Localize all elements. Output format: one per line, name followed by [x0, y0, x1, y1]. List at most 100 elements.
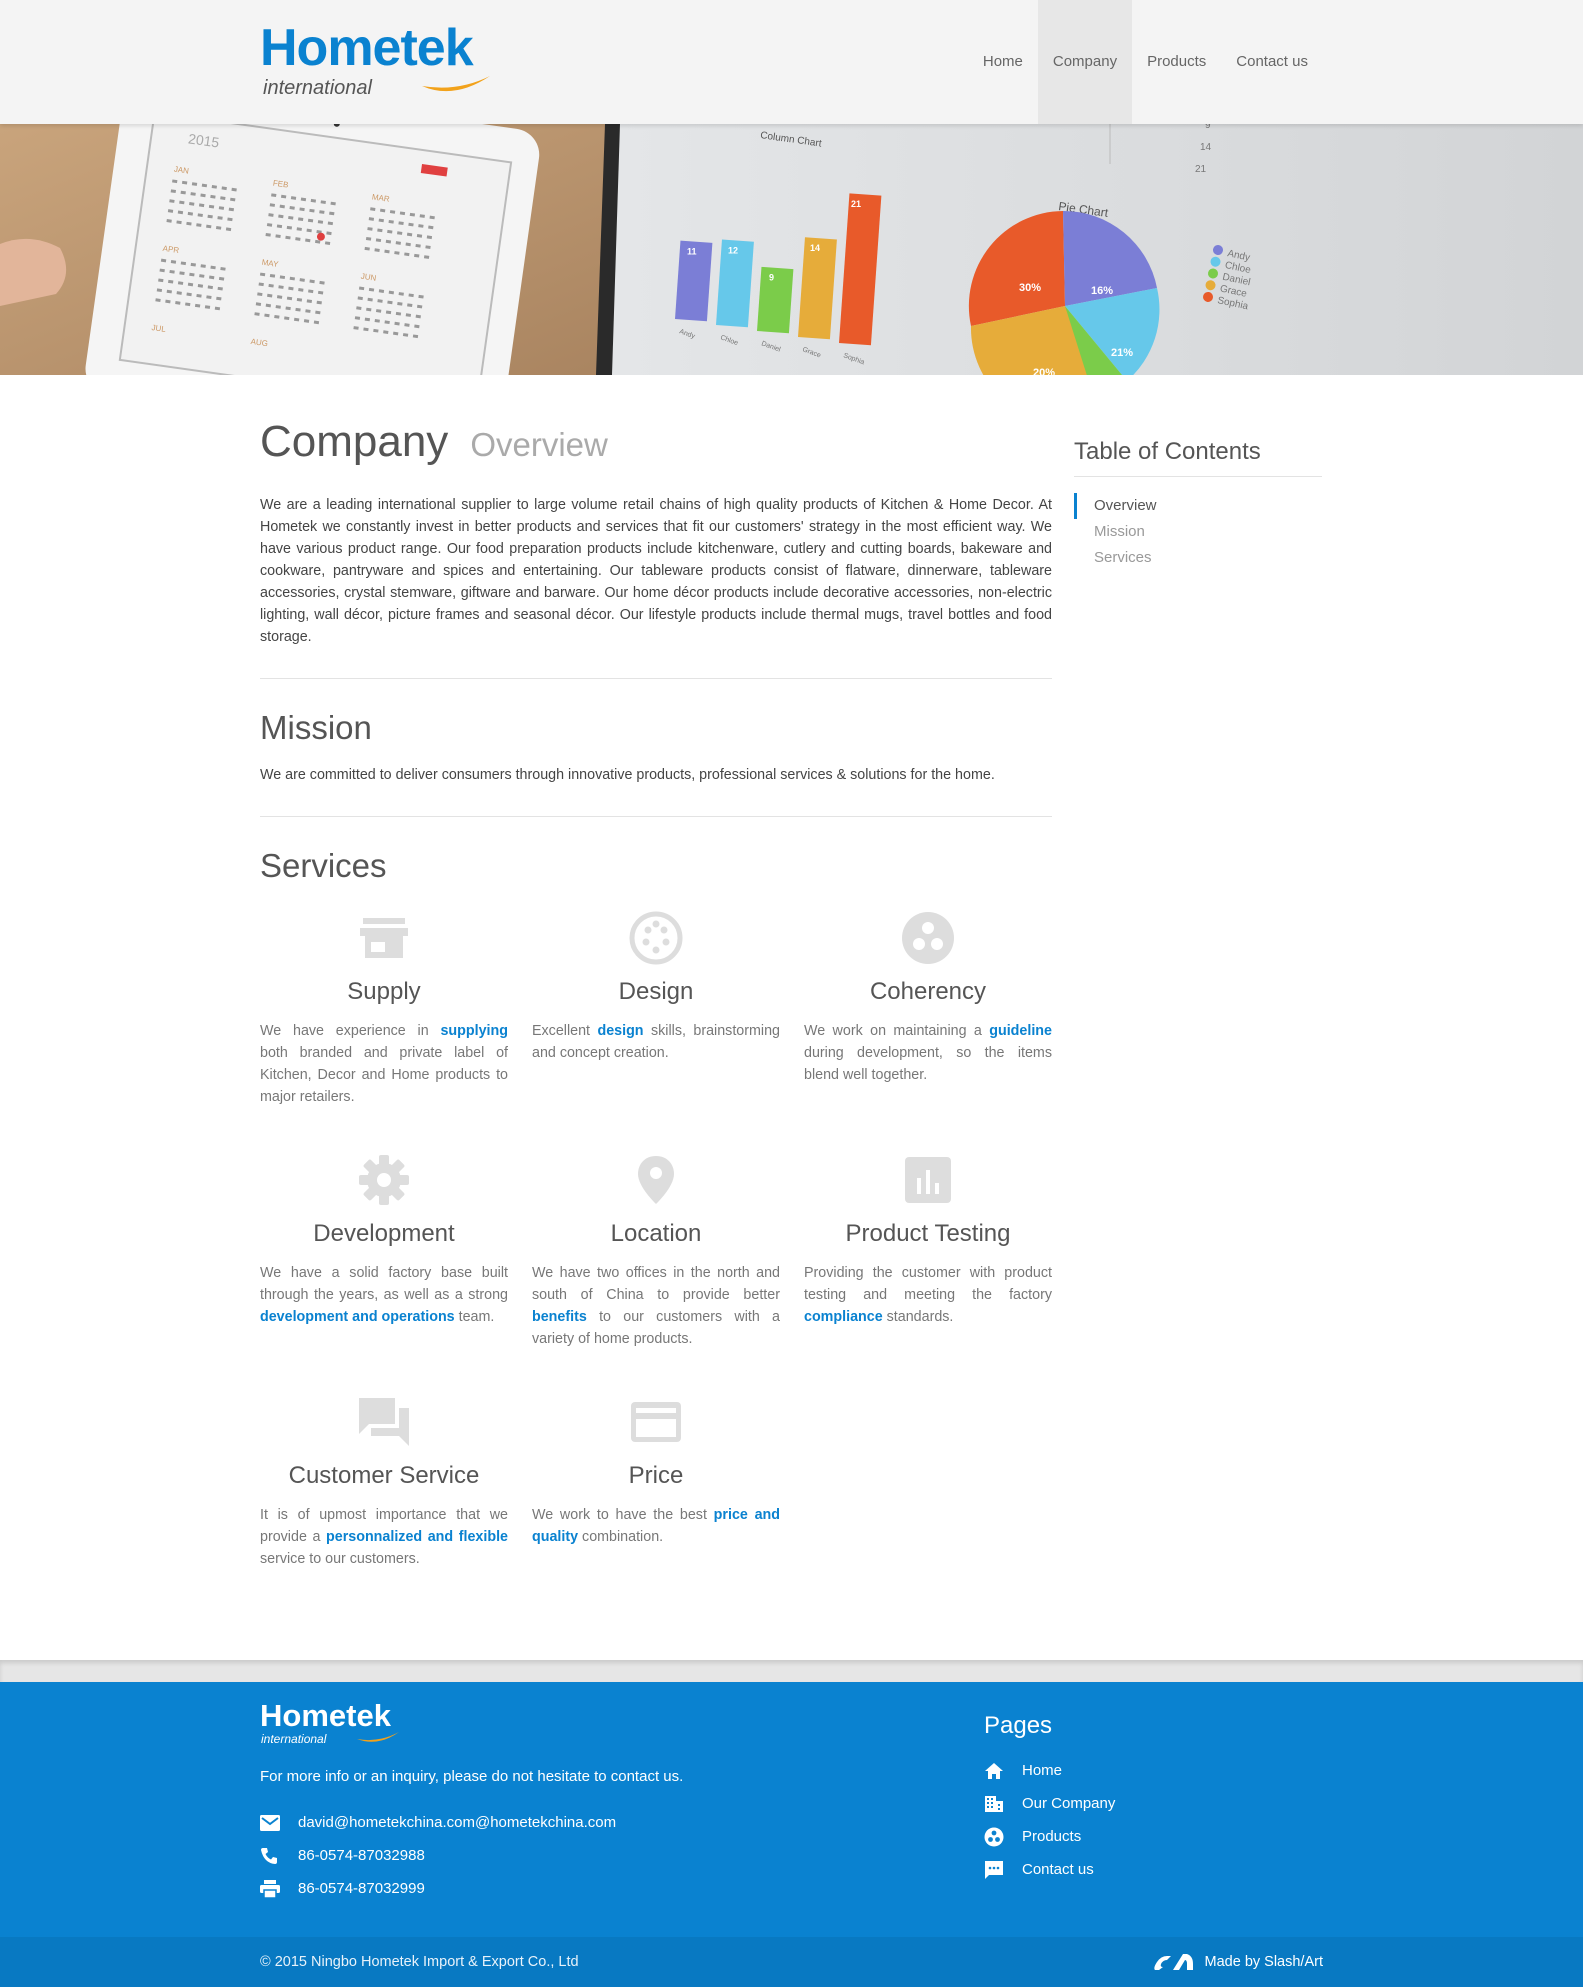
service-text: combination. — [578, 1529, 664, 1545]
footer-logo[interactable]: Hometek international — [260, 1700, 420, 1750]
table-number: 9 — [1205, 124, 1211, 131]
footer-link-label: Our Company — [1022, 1795, 1116, 1812]
toc-item-mission[interactable]: Mission — [1074, 519, 1322, 545]
nav-contact-us[interactable]: Contact us — [1221, 0, 1323, 124]
hero-column-value: 11 — [687, 246, 697, 256]
logo-swoosh-icon — [357, 1732, 399, 1742]
footer-email[interactable]: david@hometekchina.com@hometekchina.com — [298, 1814, 616, 1831]
email-icon — [260, 1814, 298, 1831]
service-text: team. — [454, 1309, 495, 1325]
mission-paragraph: We are committed to deliver consumers th… — [260, 767, 995, 783]
hero-illustration: 2015 JAN FEB MAR APR MAY JUN JUL AUG Col… — [0, 124, 1583, 375]
page-title-main: Company — [260, 417, 449, 466]
main-content: Company Overview We are a leading interna… — [260, 420, 1052, 1610]
service-description: We have two offices in the north and sou… — [532, 1262, 780, 1350]
footer-fax-row: 86-0574-87032999 — [260, 1872, 616, 1905]
service-link[interactable]: design — [597, 1023, 643, 1039]
service-text: We work to have the best — [532, 1507, 714, 1523]
copyright-bar: © 2015 Ningbo Hometek Import & Export Co… — [0, 1937, 1583, 1987]
chat-icon — [984, 1860, 1022, 1880]
service-link[interactable]: personnalized and flexible — [326, 1529, 508, 1545]
page-subtitle: Overview — [470, 426, 608, 463]
hero-column-value: 9 — [769, 273, 774, 283]
footer-phone-row: 86-0574-87032988 — [260, 1839, 616, 1872]
main-nav: Home Company Products Contact us — [968, 0, 1323, 124]
service-design: Design Excellent design skills, brainsto… — [532, 910, 780, 1064]
service-link[interactable]: compliance — [804, 1309, 883, 1325]
footer-link-our-company[interactable]: Our Company — [984, 1787, 1244, 1820]
service-link[interactable]: development and operations — [260, 1309, 455, 1325]
footer-phone[interactable]: 86-0574-87032988 — [298, 1847, 425, 1864]
table-number: 14 — [1200, 142, 1212, 153]
footer-link-label: Products — [1022, 1828, 1082, 1845]
service-development: Development We have a solid factory base… — [260, 1152, 508, 1328]
site-header: Hometek international Home Company Produ… — [0, 0, 1583, 124]
footer-link-contact-us[interactable]: Contact us — [984, 1853, 1244, 1886]
service-link[interactable]: supplying — [440, 1023, 508, 1039]
gear-icon — [260, 1152, 508, 1208]
page-title: Company Overview — [260, 420, 1052, 464]
logo-wordmark: Hometek — [260, 19, 474, 77]
service-supply: Supply We have experience in supplying b… — [260, 910, 508, 1108]
hero-column-bar — [757, 266, 794, 334]
site-footer: Hometek international For more info or a… — [0, 1682, 1583, 1937]
pie-label: 30% — [1019, 282, 1041, 294]
service-title: Price — [628, 1462, 684, 1489]
made-by-credit[interactable]: Made by Slash/Art — [1151, 1937, 1323, 1987]
footer-link-products[interactable]: Products — [984, 1820, 1244, 1853]
section-divider — [260, 678, 1052, 679]
service-title: Customer Service — [288, 1462, 480, 1489]
bubbles-icon — [804, 910, 1052, 966]
service-description: Excellent design skills, brainstorming a… — [532, 1020, 780, 1064]
service-text: service to our customers. — [260, 1551, 420, 1567]
service-link[interactable]: guideline — [989, 1023, 1052, 1039]
hero-banner: 2015 JAN FEB MAR APR MAY JUN JUL AUG Col… — [0, 124, 1583, 375]
service-description: We work on maintaining a guideline durin… — [804, 1020, 1052, 1086]
service-text: standards. — [882, 1309, 954, 1325]
chat-icon — [260, 1394, 508, 1450]
service-text: We have experience in — [260, 1023, 441, 1039]
services-heading: Services — [260, 847, 387, 884]
nav-company[interactable]: Company — [1037, 0, 1133, 124]
toc-item-services[interactable]: Services — [1074, 545, 1322, 571]
bar-chart-icon — [804, 1152, 1052, 1208]
footer-link-label: Home — [1022, 1762, 1063, 1779]
pie-label: 20% — [1033, 367, 1055, 375]
service-coherency: Coherency We work on maintaining a guide… — [804, 910, 1052, 1086]
footer-intro: For more info or an inquiry, please do n… — [260, 1768, 684, 1785]
footer-link-label: Contact us — [1022, 1861, 1094, 1878]
service-text: We have a solid factory base built throu… — [260, 1265, 508, 1303]
pie-label: 16% — [1091, 285, 1113, 297]
footer-link-home[interactable]: Home — [984, 1754, 1244, 1787]
hero-column-value: 21 — [851, 199, 861, 209]
footer-logo-wordmark: Hometek — [260, 1698, 391, 1733]
service-link[interactable]: benefits — [532, 1309, 587, 1325]
logo-swoosh-icon — [422, 76, 490, 92]
table-of-contents: Table of Contents Overview Mission Servi… — [1074, 438, 1322, 571]
service-customer-service: Customer Service It is of upmost importa… — [260, 1394, 508, 1570]
service-text: Providing the customer with product test… — [804, 1265, 1052, 1303]
footer-pages: Pages Home Our Company Products Contact … — [984, 1712, 1244, 1886]
bubbles-icon — [984, 1827, 1022, 1847]
footer-contacts: david@hometekchina.com@hometekchina.com … — [260, 1806, 616, 1905]
hometek-logo[interactable]: Hometek international — [260, 22, 530, 102]
service-price: Price We work to have the best price and… — [532, 1394, 780, 1548]
service-title: Coherency — [869, 978, 987, 1005]
service-title: Product Testing — [845, 1220, 1011, 1247]
logo-tagline: international — [263, 77, 372, 99]
service-description: We work to have the best price and quali… — [532, 1504, 780, 1548]
building-icon — [984, 1795, 1022, 1813]
printer-icon — [260, 1879, 298, 1898]
services-grid: Supply We have experience in supplying b… — [260, 910, 1052, 1610]
mission-heading: Mission — [260, 709, 372, 746]
service-title: Supply — [347, 978, 421, 1005]
nav-products[interactable]: Products — [1132, 0, 1221, 124]
service-text: We have two offices in the north and sou… — [532, 1265, 780, 1303]
made-by-text: Made by Slash/Art — [1204, 1954, 1323, 1970]
toc-item-overview[interactable]: Overview — [1074, 493, 1322, 519]
service-title: Location — [610, 1220, 702, 1247]
nav-home[interactable]: Home — [968, 0, 1038, 124]
footer-email-row: david@hometekchina.com@hometekchina.com — [260, 1806, 616, 1839]
service-location: Location We have two offices in the nort… — [532, 1152, 780, 1350]
footer-logo-tagline: international — [261, 1732, 327, 1746]
